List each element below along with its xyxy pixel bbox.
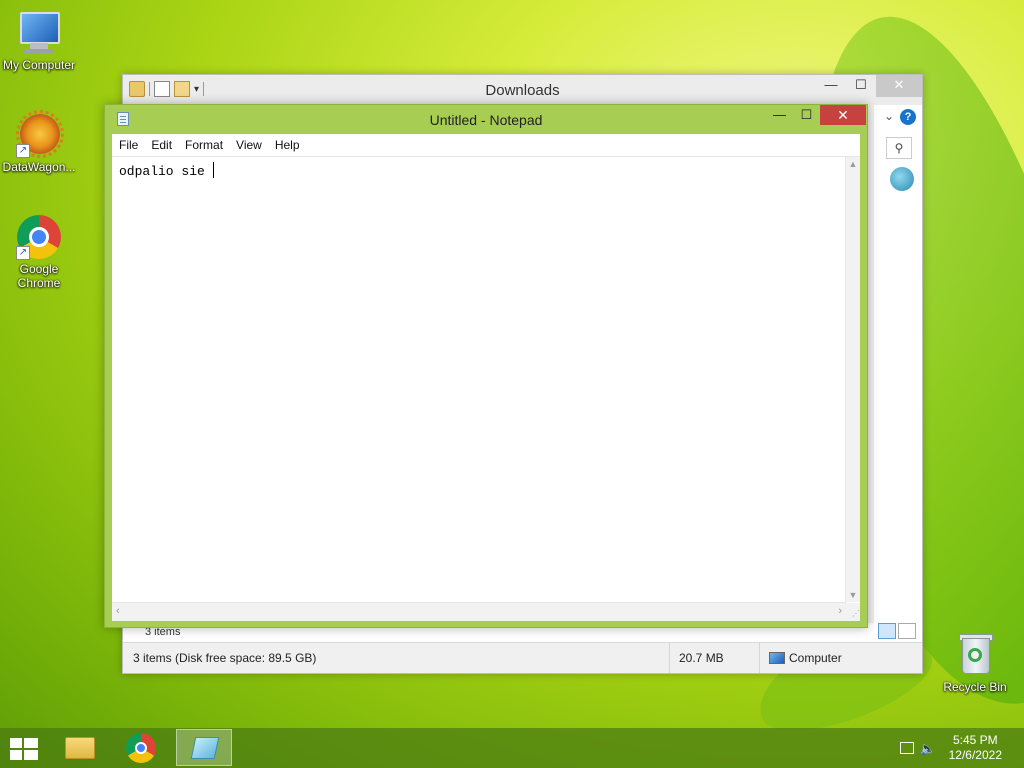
status-location: Computer bbox=[789, 651, 842, 665]
vertical-scrollbar[interactable]: ▲ ▼ bbox=[845, 157, 860, 602]
large-icons-view-button[interactable] bbox=[898, 623, 916, 639]
clock-time: 5:45 PM bbox=[952, 733, 998, 747]
close-button[interactable]: ✕ bbox=[820, 105, 866, 125]
horizontal-scrollbar[interactable]: ‹ › bbox=[112, 602, 846, 621]
menu-view[interactable]: View bbox=[229, 134, 268, 156]
file-icon[interactable] bbox=[890, 167, 914, 191]
minimize-button[interactable]: — bbox=[766, 105, 793, 125]
notepad-window[interactable]: Untitled - Notepad — ☐ ✕ File Edit Forma… bbox=[104, 104, 868, 628]
maximize-button[interactable]: ☐ bbox=[793, 105, 820, 125]
menu-help[interactable]: Help bbox=[268, 134, 306, 156]
status-summary: 3 items (Disk free space: 89.5 GB) bbox=[133, 651, 317, 665]
desktop-icon-google-chrome[interactable]: ↗ Google Chrome bbox=[0, 214, 78, 290]
menu-edit[interactable]: Edit bbox=[144, 134, 178, 156]
shortcut-arrow-icon: ↗ bbox=[16, 144, 30, 158]
desktop-icon-label: My Computer bbox=[2, 58, 76, 72]
taskbar-file-explorer[interactable] bbox=[52, 729, 108, 766]
network-icon[interactable] bbox=[900, 742, 914, 754]
desktop-icon-label: Recycle Bin bbox=[943, 680, 1007, 694]
minimize-button[interactable]: — bbox=[816, 75, 846, 97]
windows-logo-icon bbox=[10, 738, 22, 748]
help-icon[interactable]: ? bbox=[900, 109, 916, 125]
datawagon-icon: ↗ bbox=[16, 110, 64, 158]
recycle-bin-icon bbox=[952, 632, 998, 678]
taskbar: 🔈 5:45 PM 12/6/2022 bbox=[0, 728, 1024, 768]
folder-icon bbox=[65, 737, 95, 759]
clock-date: 12/6/2022 bbox=[948, 748, 1002, 762]
computer-icon bbox=[769, 652, 785, 664]
desktop-icon-recycle-bin[interactable]: Recycle Bin bbox=[936, 632, 1014, 694]
text-editor-area[interactable]: odpalio sie bbox=[112, 157, 848, 599]
desktop-icon-my-computer[interactable]: My Computer bbox=[0, 10, 78, 72]
scroll-up-icon[interactable]: ▲ bbox=[846, 157, 860, 171]
menu-file[interactable]: File bbox=[112, 134, 144, 156]
explorer-content-edge: ⌄ ? ⚲ bbox=[874, 105, 922, 635]
explorer-status-bar: 3 items (Disk free space: 89.5 GB) 20.7 … bbox=[123, 642, 922, 673]
taskbar-chrome[interactable] bbox=[114, 729, 170, 766]
shortcut-arrow-icon: ↗ bbox=[16, 246, 30, 260]
menu-bar: File Edit Format View Help bbox=[112, 134, 860, 157]
notepad-title: Untitled - Notepad bbox=[429, 112, 543, 128]
taskbar-notepad[interactable] bbox=[176, 729, 232, 766]
chevron-down-icon[interactable]: ⌄ bbox=[884, 109, 894, 123]
menu-format[interactable]: Format bbox=[178, 134, 229, 156]
volume-icon[interactable]: 🔈 bbox=[920, 741, 936, 757]
desktop-icon-label: Google Chrome bbox=[17, 262, 61, 290]
status-size: 20.7 MB bbox=[679, 651, 724, 665]
search-icon[interactable]: ⚲ bbox=[886, 137, 912, 159]
text-caret bbox=[212, 162, 214, 178]
explorer-titlebar[interactable]: ▾ Downloads — ☐ ✕ bbox=[123, 75, 922, 105]
chrome-icon: ↗ bbox=[16, 214, 62, 260]
editor-text: odpalio sie bbox=[119, 164, 213, 179]
notepad-icon bbox=[190, 737, 220, 759]
notepad-client-area: File Edit Format View Help odpalio sie ▲… bbox=[112, 134, 860, 621]
explorer-title: Downloads bbox=[485, 82, 560, 99]
desktop-icon-label: DataWagon... bbox=[2, 160, 76, 174]
desktop-icon-datawagon[interactable]: ↗ DataWagon... bbox=[0, 110, 78, 174]
details-view-button[interactable] bbox=[878, 623, 896, 639]
clock[interactable]: 5:45 PM 12/6/2022 bbox=[949, 733, 1002, 763]
computer-icon bbox=[16, 10, 62, 56]
scroll-left-icon[interactable]: ‹ bbox=[116, 605, 120, 617]
resize-grip-icon[interactable]: ⋰ bbox=[846, 603, 860, 621]
scroll-right-icon[interactable]: › bbox=[838, 605, 842, 617]
maximize-button[interactable]: ☐ bbox=[846, 75, 876, 97]
notepad-titlebar[interactable]: Untitled - Notepad — ☐ ✕ bbox=[105, 105, 867, 133]
scroll-down-icon[interactable]: ▼ bbox=[846, 588, 860, 602]
start-button[interactable] bbox=[10, 738, 38, 760]
close-button[interactable]: ✕ bbox=[876, 75, 922, 97]
